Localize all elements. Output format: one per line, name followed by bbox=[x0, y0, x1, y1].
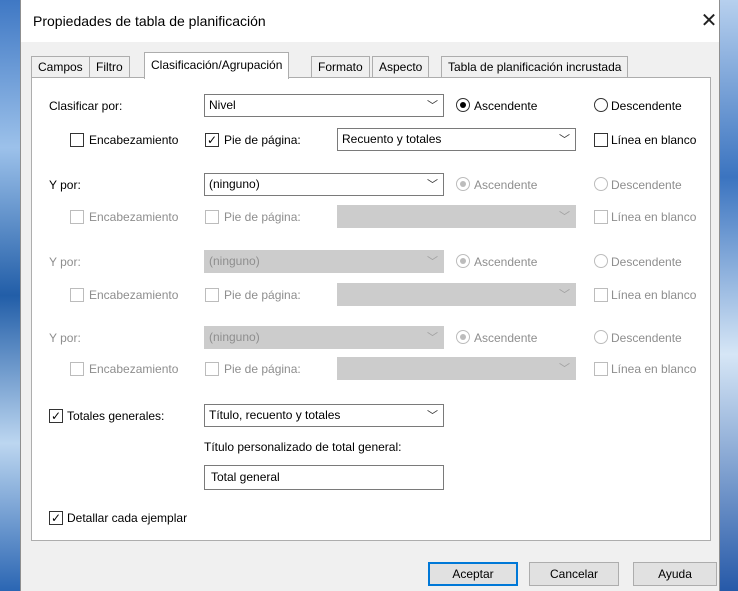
header-label-1: Encabezamiento bbox=[89, 133, 179, 147]
footer-checkbox-3[interactable] bbox=[205, 288, 219, 302]
ascending-label-1: Ascendente bbox=[474, 99, 538, 113]
tab-clasificacion-agrupacion[interactable]: Clasificación/Agrupación bbox=[144, 52, 290, 79]
tab-formato[interactable]: Formato bbox=[311, 56, 370, 78]
grand-totals-label: Totales generales: bbox=[67, 409, 165, 423]
header-checkbox-4[interactable] bbox=[70, 362, 84, 376]
blank-line-checkbox-1[interactable] bbox=[594, 133, 608, 147]
ascending-radio-3[interactable] bbox=[456, 254, 470, 268]
blank-line-label-4: Línea en blanco bbox=[611, 362, 697, 376]
sort-field-value-3: (ninguno) bbox=[209, 254, 260, 268]
header-checkbox-1[interactable] bbox=[70, 133, 84, 147]
chevron-down-icon: ﹀ bbox=[427, 409, 438, 422]
footer-checkbox-1[interactable]: ✓ bbox=[205, 133, 219, 147]
then-by-label-2: Y por: bbox=[49, 178, 81, 192]
sorting-grouping-panel: Clasificar por: Nivel ﹀ Ascendente Desce… bbox=[31, 77, 711, 541]
sort-field-select-3[interactable]: (ninguno) ﹀ bbox=[204, 250, 444, 273]
blank-line-checkbox-3[interactable] bbox=[594, 288, 608, 302]
descending-radio-1[interactable] bbox=[594, 98, 608, 112]
header-label-3: Encabezamiento bbox=[89, 288, 179, 302]
tab-campos[interactable]: Campos bbox=[31, 56, 90, 78]
footer-select-4[interactable]: ﹀ bbox=[337, 357, 576, 380]
custom-title-input[interactable]: Total general bbox=[204, 465, 444, 490]
blank-line-label-3: Línea en blanco bbox=[611, 288, 697, 302]
footer-label-2: Pie de página: bbox=[224, 210, 301, 224]
ascending-radio-4[interactable] bbox=[456, 330, 470, 344]
desktop-background-right bbox=[720, 0, 738, 591]
tab-filtro[interactable]: Filtro bbox=[89, 56, 130, 78]
footer-select-3[interactable]: ﹀ bbox=[337, 283, 576, 306]
blank-line-label-2: Línea en blanco bbox=[611, 210, 697, 224]
radio-selected-dot bbox=[460, 258, 466, 264]
sort-field-value-2: (ninguno) bbox=[209, 177, 260, 191]
help-button[interactable]: Ayuda bbox=[633, 562, 717, 586]
footer-label-3: Pie de página: bbox=[224, 288, 301, 302]
sort-field-select-4[interactable]: (ninguno) ﹀ bbox=[204, 326, 444, 349]
descending-radio-2[interactable] bbox=[594, 177, 608, 191]
schedule-properties-dialog: Propiedades de tabla de planificación ✕ … bbox=[20, 0, 720, 591]
footer-select-2[interactable]: ﹀ bbox=[337, 205, 576, 228]
blank-line-checkbox-4[interactable] bbox=[594, 362, 608, 376]
chevron-down-icon: ﹀ bbox=[559, 210, 570, 223]
ok-button[interactable]: Aceptar bbox=[428, 562, 518, 586]
footer-select-1[interactable]: Recuento y totales ﹀ bbox=[337, 128, 576, 151]
descending-label-4: Descendente bbox=[611, 331, 682, 345]
custom-title-label: Título personalizado de total general: bbox=[204, 440, 402, 454]
tab-tabla-incrustada[interactable]: Tabla de planificación incrustada bbox=[441, 56, 629, 78]
footer-checkbox-2[interactable] bbox=[205, 210, 219, 224]
blank-line-checkbox-2[interactable] bbox=[594, 210, 608, 224]
footer-value-1: Recuento y totales bbox=[342, 132, 442, 146]
then-by-label-3: Y por: bbox=[49, 255, 81, 269]
grand-totals-select[interactable]: Título, recuento y totales ﹀ bbox=[204, 404, 444, 427]
desktop-background-left bbox=[0, 0, 20, 591]
chevron-down-icon: ﹀ bbox=[559, 288, 570, 301]
ascending-radio-1[interactable] bbox=[456, 98, 470, 112]
title-bar: Propiedades de tabla de planificación ✕ bbox=[21, 0, 719, 42]
sort-by-label: Clasificar por: bbox=[49, 99, 123, 113]
descending-radio-3[interactable] bbox=[594, 254, 608, 268]
grand-totals-value: Título, recuento y totales bbox=[209, 408, 341, 422]
footer-label-1: Pie de página: bbox=[224, 133, 301, 147]
chevron-down-icon: ﹀ bbox=[427, 178, 438, 191]
tab-strip: Campos Filtro Clasificación/Agrupación F… bbox=[31, 52, 711, 79]
header-label-4: Encabezamiento bbox=[89, 362, 179, 376]
radio-selected-dot bbox=[460, 181, 466, 187]
then-by-label-4: Y por: bbox=[49, 331, 81, 345]
sort-field-value-4: (ninguno) bbox=[209, 330, 260, 344]
dialog-title: Propiedades de tabla de planificación bbox=[33, 13, 266, 29]
chevron-down-icon: ﹀ bbox=[559, 133, 570, 146]
cancel-button[interactable]: Cancelar bbox=[529, 562, 619, 586]
header-checkbox-3[interactable] bbox=[70, 288, 84, 302]
ascending-label-4: Ascendente bbox=[474, 331, 538, 345]
footer-checkbox-4[interactable] bbox=[205, 362, 219, 376]
chevron-down-icon: ﹀ bbox=[427, 331, 438, 344]
sort-field-value-1: Nivel bbox=[209, 98, 236, 112]
sort-field-select-2[interactable]: (ninguno) ﹀ bbox=[204, 173, 444, 196]
radio-selected-dot bbox=[460, 334, 466, 340]
ascending-label-3: Ascendente bbox=[474, 255, 538, 269]
tab-aspecto[interactable]: Aspecto bbox=[372, 56, 430, 78]
blank-line-label-1: Línea en blanco bbox=[611, 133, 697, 147]
ascending-radio-2[interactable] bbox=[456, 177, 470, 191]
header-checkbox-2[interactable] bbox=[70, 210, 84, 224]
chevron-down-icon: ﹀ bbox=[559, 362, 570, 375]
footer-label-4: Pie de página: bbox=[224, 362, 301, 376]
descending-label-1: Descendente bbox=[611, 99, 682, 113]
grand-totals-checkbox[interactable]: ✓ bbox=[49, 409, 63, 423]
chevron-down-icon: ﹀ bbox=[427, 99, 438, 112]
itemize-checkbox[interactable]: ✓ bbox=[49, 511, 63, 525]
itemize-label: Detallar cada ejemplar bbox=[67, 511, 188, 525]
chevron-down-icon: ﹀ bbox=[427, 255, 438, 268]
ascending-label-2: Ascendente bbox=[474, 178, 538, 192]
descending-radio-4[interactable] bbox=[594, 330, 608, 344]
header-label-2: Encabezamiento bbox=[89, 210, 179, 224]
close-icon[interactable]: ✕ bbox=[697, 8, 721, 32]
sort-field-select-1[interactable]: Nivel ﹀ bbox=[204, 94, 444, 117]
descending-label-3: Descendente bbox=[611, 255, 682, 269]
radio-selected-dot bbox=[460, 102, 466, 108]
descending-label-2: Descendente bbox=[611, 178, 682, 192]
